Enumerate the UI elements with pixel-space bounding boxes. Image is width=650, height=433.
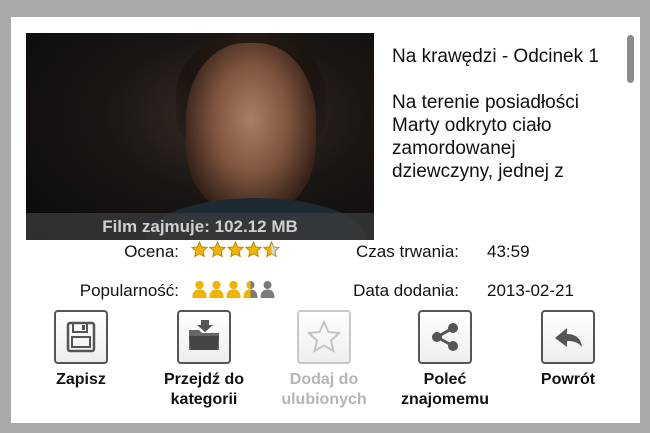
rating-star-icon [191,241,208,258]
description-scrollbar[interactable] [627,35,634,83]
duration-value: 43:59 [487,242,530,261]
recommend-to-friend-label: Poleć znajomemu [400,371,489,408]
popularity-person-icon [243,281,258,298]
rating-star-icon [263,241,280,258]
rating-star-icon [227,241,244,258]
rating-star-icon [209,241,226,258]
episode-title: Na krawędzi - Odcinek 1 [392,46,599,67]
add-to-favorites-button[interactable]: Dodaj do ulubionych [264,310,384,410]
go-to-category-button[interactable]: Przejdź do kategorii [144,310,264,410]
add-to-favorites-label: Dodaj do ulubionych [281,371,367,408]
popularity-meter [191,280,276,299]
popularity-label: Popularność: [79,281,179,300]
rating-label: Ocena: [124,242,179,261]
added-date-value: 2013-02-21 [487,281,574,300]
episode-description: Na terenie posiadłości Marty odkryto cia… [392,92,579,182]
duration-label: Czas trwania: [356,242,459,261]
folder-arrow-icon [177,310,231,364]
added-date-label: Data dodania: [353,281,459,300]
recommend-to-friend-button[interactable]: Poleć znajomemu [385,310,505,410]
save-button[interactable]: Zapisz [21,310,141,390]
back-arrow-icon [541,310,595,364]
popularity-person-icon [192,281,207,298]
go-to-category-label: Przejdź do kategorii [163,371,244,408]
back-button-label: Powrót [540,371,596,388]
star-outline-icon [297,310,351,364]
save-button-label: Zapisz [56,371,106,388]
video-preview[interactable]: Film zajmuje: 102.12 MB [26,33,374,240]
popularity-person-icon [209,281,224,298]
episode-details-panel: Film zajmuje: 102.12 MB Na krawędzi - Od… [11,17,640,423]
back-button[interactable]: Powrót [508,310,628,390]
rating-star-icon [245,241,262,258]
popularity-person-icon [226,281,241,298]
popularity-person-icon [260,281,275,298]
share-icon [418,310,472,364]
floppy-disk-icon [54,310,108,364]
episode-description-area[interactable]: Na krawędzi - Odcinek 1 Na terenie posia… [392,45,614,239]
rating-stars [191,241,280,258]
video-frame-face [186,43,316,213]
video-size-caption: Film zajmuje: 102.12 MB [102,217,298,236]
